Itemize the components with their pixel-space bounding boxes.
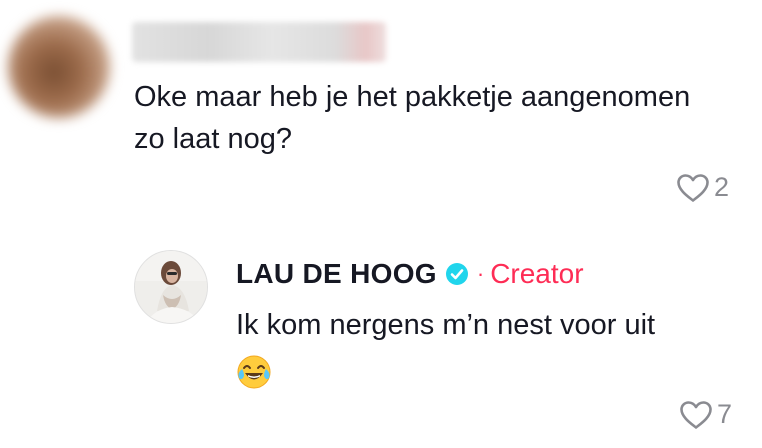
reply-header: LAU DE HOOG · Creator [236,254,584,294]
heart-icon [680,400,712,429]
like-count: 7 [717,399,733,429]
heart-icon [677,173,709,202]
comment-thread: Oke maar heb je het pakketje aangenomen … [0,0,762,448]
reply-text: Ik kom nergens m’n nest voor uit [236,302,736,394]
separator-dot: · [476,261,485,286]
profile-photo [135,251,207,323]
verified-badge-icon [445,263,468,285]
reply-text-line: Ik kom nergens m’n nest voor uit [236,309,656,341]
reply-emoji-line [236,348,736,394]
commenter-avatar[interactable] [8,16,110,118]
creator-avatar[interactable] [134,250,208,324]
reply-like-button[interactable]: 7 [679,399,732,430]
like-count: 2 [714,172,730,202]
creator-badge: Creator [490,258,584,289]
face-with-tears-of-joy-icon [237,355,271,389]
creator-username[interactable]: LAU DE HOOG [236,258,437,290]
comment-like-button[interactable]: 2 [676,172,729,203]
commenter-username-redacted[interactable] [132,22,386,62]
comment-text: Oke maar heb je het pakketje aangenomen … [134,81,691,155]
